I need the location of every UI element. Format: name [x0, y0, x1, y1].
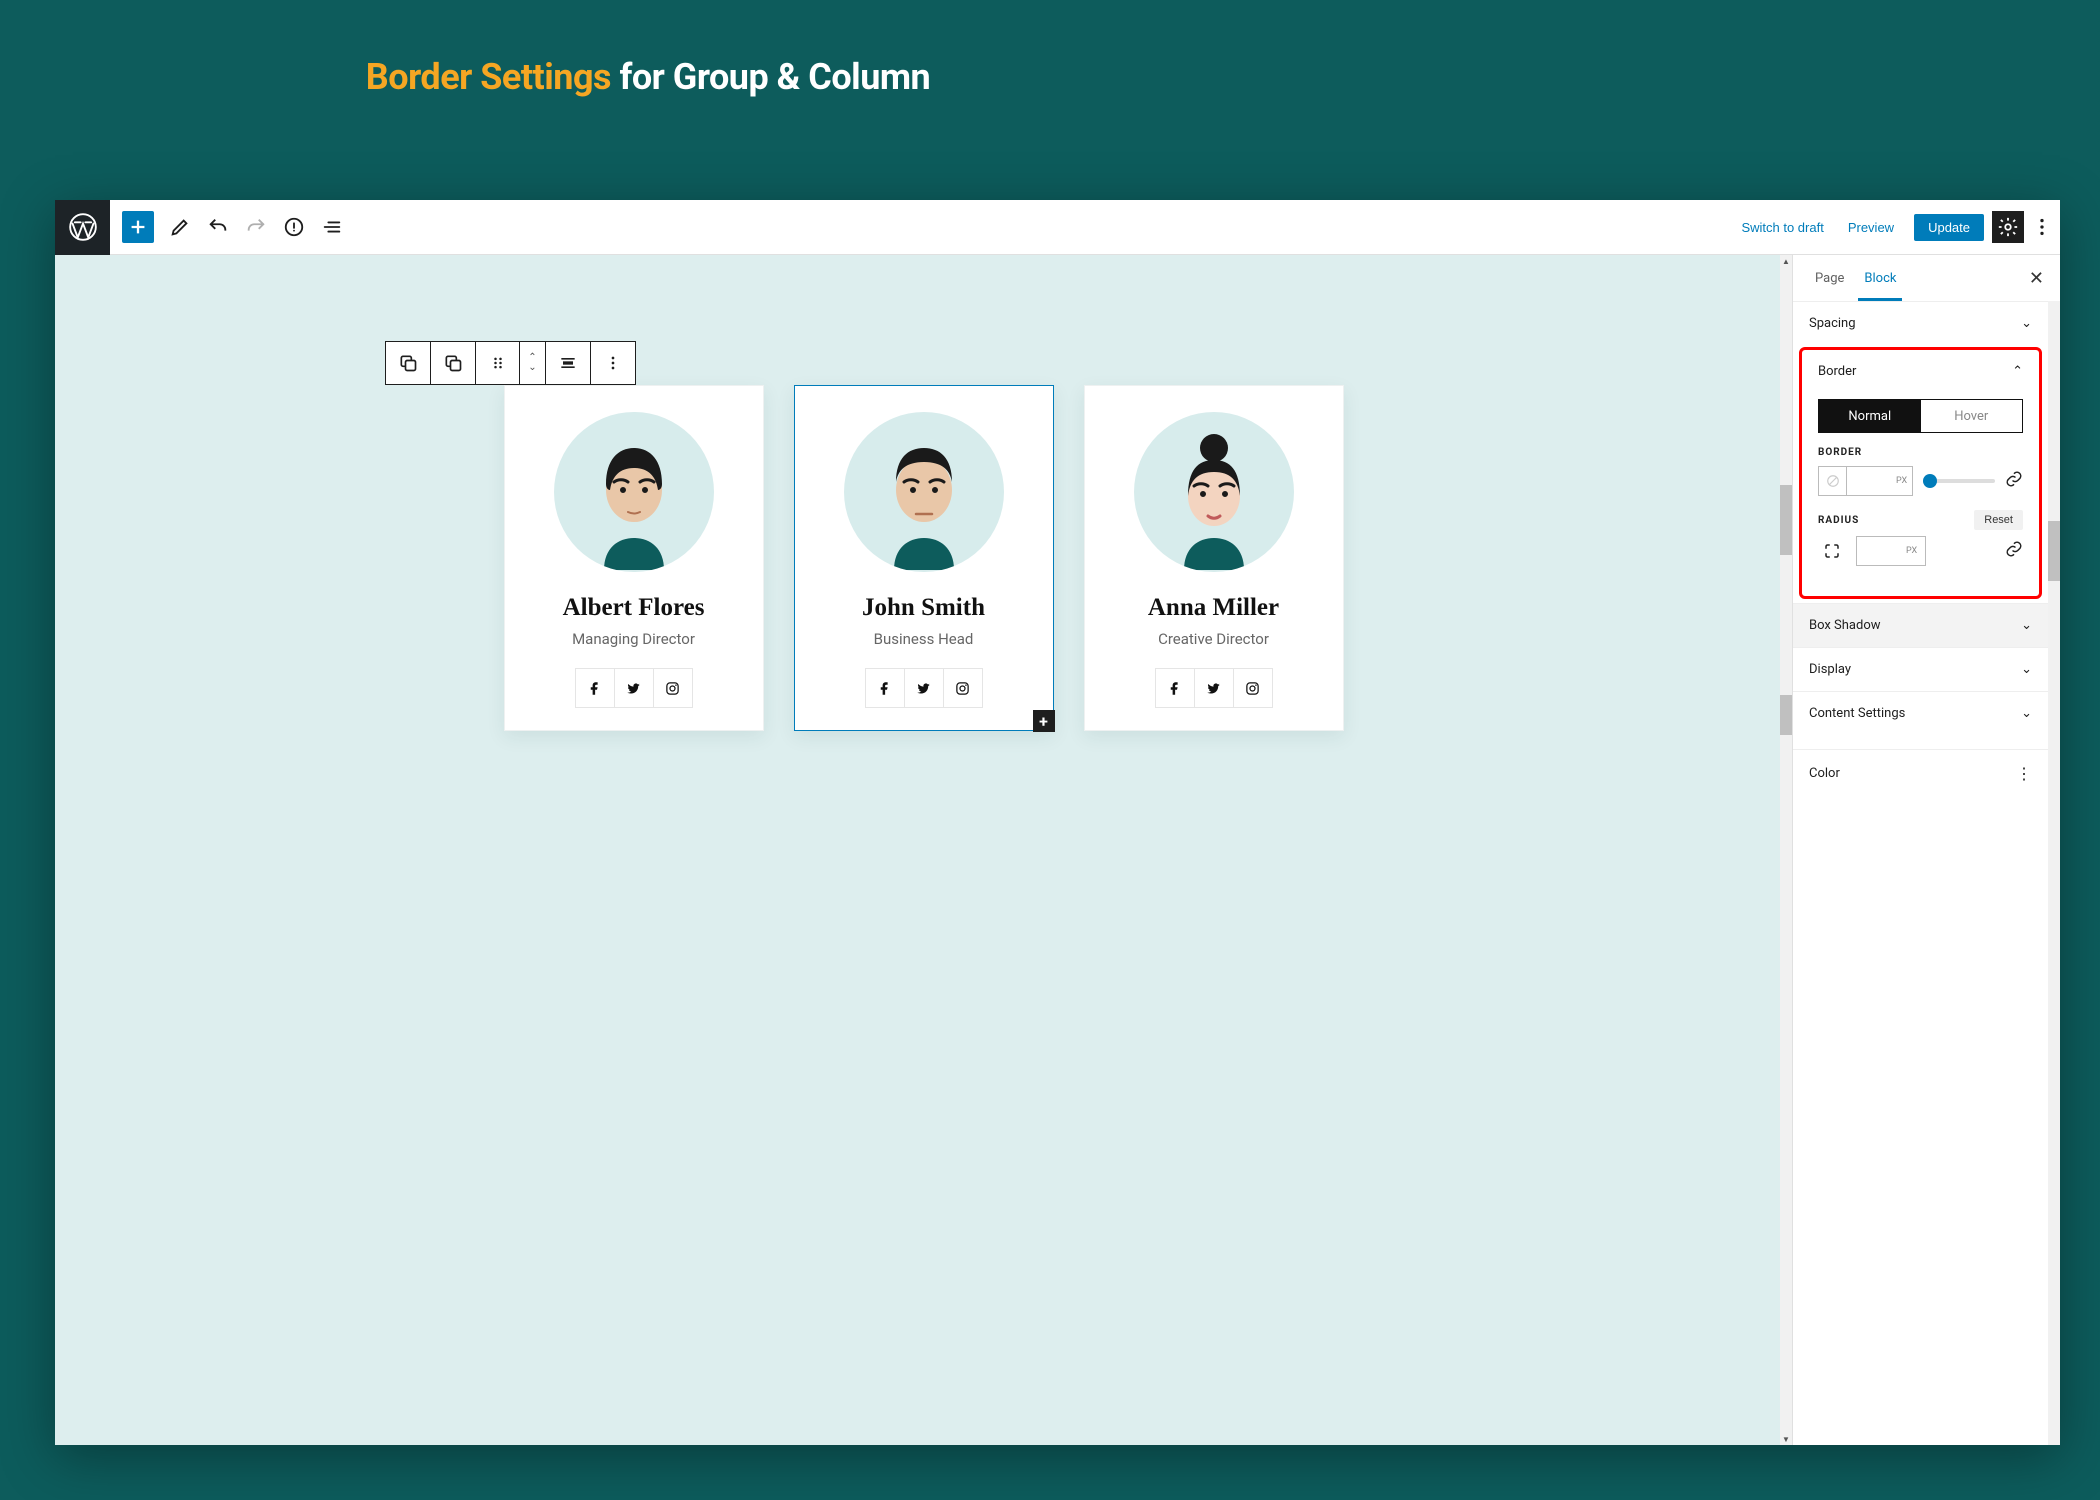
drag-handle-button[interactable]: [475, 342, 519, 384]
social-buttons: [1155, 668, 1273, 708]
border-width-field[interactable]: [1847, 467, 1891, 495]
section-color: Color ⋮: [1793, 749, 2048, 797]
section-content-settings: Content Settings ⌄: [1793, 691, 2048, 735]
panel-tabs: Page Block ✕: [1793, 255, 2060, 301]
section-label: Color: [1809, 766, 1840, 781]
border-width-slider[interactable]: [1923, 479, 1995, 483]
member-name: Albert Flores: [515, 594, 753, 622]
chevron-up-icon: ⌃: [2012, 364, 2023, 379]
tab-page[interactable]: Page: [1805, 257, 1854, 300]
panel-scrollbar[interactable]: [2048, 301, 2060, 1445]
block-toolbar: ⌃⌄: [385, 341, 636, 385]
close-panel-button[interactable]: ✕: [2025, 264, 2048, 293]
chevron-down-icon: ⌄: [2021, 662, 2032, 677]
team-card[interactable]: Anna Miller Creative Director: [1084, 385, 1344, 731]
radius-corners-icon[interactable]: [1818, 537, 1846, 565]
undo-button[interactable]: [200, 209, 236, 245]
section-spacing: Spacing ⌄: [1793, 301, 2048, 345]
tab-hover[interactable]: Hover: [1921, 400, 2023, 432]
reset-button[interactable]: Reset: [1974, 510, 2023, 530]
editor-topbar: Switch to draft Preview Update: [55, 200, 2060, 255]
wordpress-logo[interactable]: [55, 200, 110, 255]
section-label: Content Settings: [1809, 706, 1905, 721]
border-section-highlight: Border ⌃ Normal Hover BORDER: [1799, 347, 2042, 599]
radius-input[interactable]: PX: [1856, 536, 1926, 566]
add-block-button[interactable]: [122, 211, 154, 243]
member-name: John Smith: [805, 594, 1043, 622]
switch-to-draft-button[interactable]: Switch to draft: [1729, 220, 1835, 235]
editor-window: Switch to draft Preview Update ⌃⌄: [55, 200, 2060, 1445]
chevron-down-icon: ⌄: [2021, 618, 2032, 633]
unit-label: PX: [1901, 546, 1922, 556]
section-box-shadow: Box Shadow ⌄: [1793, 603, 2048, 647]
more-options-button[interactable]: [2024, 209, 2060, 245]
member-role: Managing Director: [515, 630, 753, 648]
member-role: Business Head: [805, 630, 1043, 648]
chevron-down-icon: ⌄: [2021, 706, 2032, 721]
team-card[interactable]: Albert Flores Managing Director: [504, 385, 764, 731]
canvas-scrollbar[interactable]: ▲ ▼: [1780, 255, 1792, 1445]
section-label: Box Shadow: [1809, 618, 1881, 633]
avatar: [554, 412, 714, 572]
redo-button[interactable]: [238, 209, 274, 245]
editor-canvas[interactable]: ⌃⌄ Albert Flores Managing Director: [55, 255, 1792, 1445]
radius-label: RADIUS: [1818, 515, 1859, 526]
parent-select-button[interactable]: [431, 342, 475, 384]
tab-normal[interactable]: Normal: [1819, 400, 1921, 432]
member-role: Creative Director: [1095, 630, 1333, 648]
section-label: Display: [1809, 662, 1851, 677]
add-block-inline-button[interactable]: +: [1033, 710, 1055, 732]
avatar: [844, 412, 1004, 572]
link-sides-icon[interactable]: [2005, 470, 2023, 492]
member-name: Anna Miller: [1095, 594, 1333, 622]
section-border: Border ⌃ Normal Hover BORDER: [1802, 350, 2039, 596]
instagram-icon[interactable]: [653, 668, 693, 708]
team-card-selected[interactable]: John Smith Business Head: [794, 385, 1054, 731]
hero-rest: for Group & Column: [619, 56, 930, 98]
facebook-icon[interactable]: [575, 668, 615, 708]
move-updown-button[interactable]: ⌃⌄: [519, 342, 545, 384]
facebook-icon[interactable]: [865, 668, 905, 708]
align-button[interactable]: [546, 342, 590, 384]
radius-field[interactable]: [1857, 537, 1901, 565]
facebook-icon[interactable]: [1155, 668, 1195, 708]
twitter-icon[interactable]: [904, 668, 944, 708]
block-type-button[interactable]: [386, 342, 430, 384]
section-display: Display ⌄: [1793, 647, 2048, 691]
settings-panel: Page Block ✕ Spacing ⌄ Borde: [1792, 255, 2060, 1445]
twitter-icon[interactable]: [614, 668, 654, 708]
border-width-input[interactable]: PX: [1818, 466, 1913, 496]
panel-body: Spacing ⌄ Border ⌃ Normal: [1793, 301, 2060, 1445]
twitter-icon[interactable]: [1194, 668, 1234, 708]
hero-accent: Border Settings: [366, 56, 611, 98]
link-corners-icon[interactable]: [2005, 540, 2023, 562]
border-state-tabs: Normal Hover: [1818, 399, 2023, 433]
document-overview-button[interactable]: [276, 209, 312, 245]
more-options-icon[interactable]: ⋮: [2016, 764, 2032, 783]
edit-mode-button[interactable]: [162, 209, 198, 245]
avatar: [1134, 412, 1294, 572]
border-label: BORDER: [1818, 447, 2023, 458]
preview-button[interactable]: Preview: [1836, 220, 1906, 235]
unit-label: PX: [1891, 476, 1912, 486]
instagram-icon[interactable]: [943, 668, 983, 708]
update-button[interactable]: Update: [1914, 214, 1984, 241]
border-style-swatch[interactable]: [1819, 467, 1847, 495]
block-more-button[interactable]: [591, 342, 635, 384]
chevron-down-icon: ⌄: [2021, 316, 2032, 331]
settings-toggle-button[interactable]: [1992, 211, 2024, 243]
list-view-button[interactable]: [314, 209, 350, 245]
hero-title: Border Settings for Group & Column: [0, 0, 1296, 138]
section-label: Spacing: [1809, 316, 1856, 331]
instagram-icon[interactable]: [1233, 668, 1273, 708]
social-buttons: [575, 668, 693, 708]
section-label: Border: [1818, 364, 1856, 379]
tab-block[interactable]: Block: [1854, 257, 1906, 300]
social-buttons: [865, 668, 983, 708]
